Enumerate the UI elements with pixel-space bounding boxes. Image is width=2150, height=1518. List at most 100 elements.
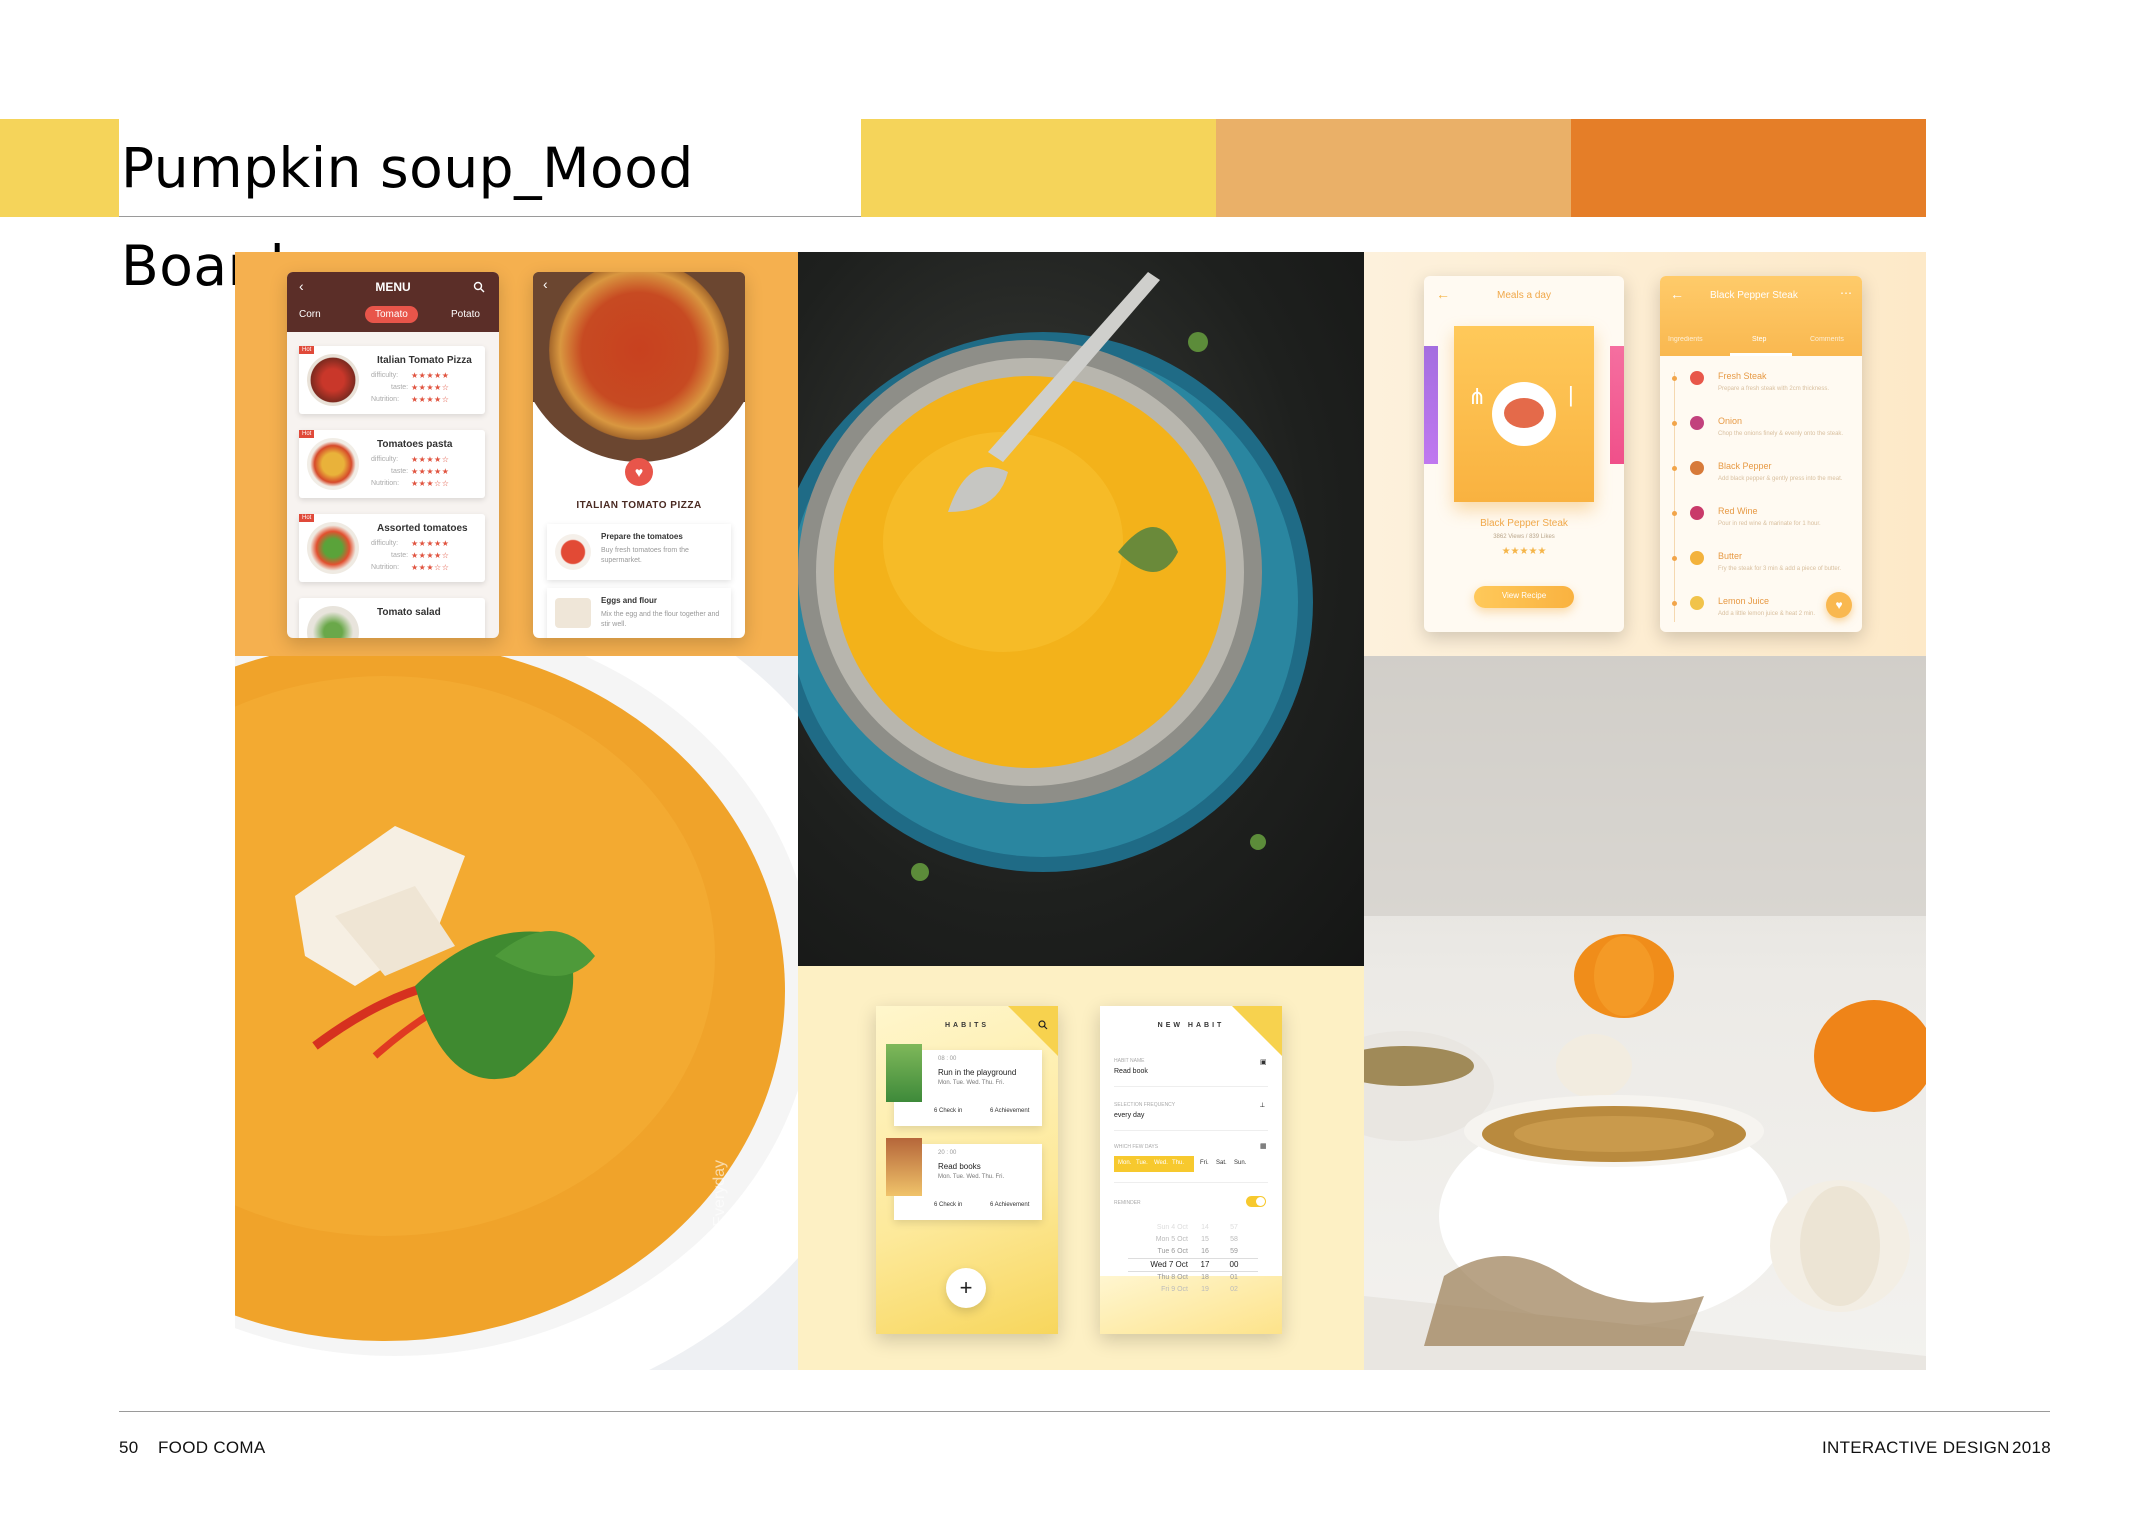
dish-image [307, 438, 359, 490]
picker-row[interactable]: Tue 6 Oct 16 59 [1128, 1246, 1258, 1258]
steak-icon [1504, 398, 1544, 428]
picker-minute: 57 [1230, 1224, 1238, 1231]
step-title: Red Wine [1718, 506, 1758, 516]
book-icon: ▣ [1260, 1059, 1267, 1066]
dish-name: Italian Tomato Pizza [377, 355, 472, 366]
footer-divider [119, 1411, 2050, 1412]
step-row[interactable]: Red Wine Pour in red wine & marinate for … [1672, 505, 1854, 549]
habit-image [886, 1138, 922, 1196]
day-chip[interactable]: Wed. [1154, 1160, 1168, 1166]
pizza-app-screen: ‹ ♥ ITALIAN TOMATO PIZZA Prepare the tom… [533, 272, 745, 638]
picker-date: Thu 8 Oct [1157, 1274, 1188, 1281]
step-card[interactable]: Prepare the tomatoes Buy fresh tomatoes … [547, 524, 731, 580]
new-habit-corner-accent [1232, 1006, 1282, 1056]
photo-pumpkin-soup [1364, 656, 1926, 1370]
field-divider [1114, 1130, 1268, 1131]
dish-card[interactable]: ⋔ | [1454, 326, 1594, 502]
back-arrow-icon[interactable]: ← [1670, 286, 1684, 302]
view-recipe-button[interactable]: View Recipe [1474, 586, 1574, 608]
tab-step[interactable]: Step [1752, 336, 1766, 343]
picker-minute: 58 [1230, 1236, 1238, 1243]
reminder-toggle[interactable] [1246, 1196, 1266, 1207]
field-label: SELECTION FREQUENCY [1114, 1102, 1176, 1108]
tab-ingredients[interactable]: Ingredients [1668, 336, 1703, 343]
habits-title: HABITS [944, 1022, 990, 1029]
search-icon[interactable] [1038, 1020, 1048, 1030]
step-row[interactable]: Onion Chop the onions finely & evenly ont… [1672, 415, 1854, 459]
picker-hour: 18 [1201, 1274, 1209, 1281]
taste-label: taste: [391, 384, 409, 391]
dish-rating: ★★★★★ [1501, 546, 1547, 557]
header-divider [119, 216, 861, 217]
menu-item[interactable]: Hot Italian Tomato Pizza difficulty: ★★★… [299, 346, 485, 414]
more-icon[interactable]: ⋯ [1840, 286, 1852, 300]
dish-name: Tomatoes pasta [377, 439, 453, 450]
pink-card-edge [1610, 346, 1624, 464]
picker-row[interactable]: Sun 4 Oct 14 57 [1128, 1222, 1258, 1234]
tile-steak-apps: ← Meals a day ⋔ | Black Pepper Steak 386… [1364, 252, 1926, 656]
dish-name: Tomato salad [377, 607, 441, 618]
active-tab-indicator [1730, 353, 1792, 356]
habit-card[interactable]: 08 : 00 Run in the playground Mon. Tue. … [886, 1044, 1042, 1126]
new-habit-title: NEW HABIT [1157, 1022, 1225, 1029]
taste-stars: ★★★★☆ [411, 551, 450, 560]
menu-item[interactable]: Hot Tomatoes pasta difficulty: ★★★★☆ tas… [299, 430, 485, 498]
tab-tomato[interactable]: Tomato [365, 306, 418, 323]
like-button[interactable]: ♥ [1826, 592, 1852, 618]
timeline-dot [1672, 466, 1677, 471]
day-chip[interactable]: Fri. [1200, 1160, 1209, 1166]
menu-app-screen: ‹ MENU Corn Tomato Potato Hot Italian To… [287, 272, 499, 638]
picker-date: Mon 5 Oct [1155, 1236, 1188, 1243]
dish-name: Assorted tomatoes [377, 523, 468, 534]
tab-corn[interactable]: Corn [299, 309, 321, 320]
field-divider [1114, 1086, 1268, 1087]
day-chip[interactable]: Sat. [1216, 1160, 1227, 1166]
difficulty-stars: ★★★★★ [411, 371, 450, 380]
habits-corner-accent [1008, 1006, 1058, 1056]
pumpkin-soup-illustration [1364, 656, 1926, 1370]
datetime-picker[interactable]: Sun 4 Oct 14 57 Mon 5 Oct 15 58 Tue 6 Oct 16 5… [1128, 1222, 1258, 1308]
add-habit-button[interactable]: + [946, 1268, 986, 1308]
difficulty-label: difficulty: [371, 540, 399, 547]
taste-label: taste: [391, 468, 409, 475]
day-chip[interactable]: Mon. [1118, 1160, 1131, 1166]
picker-date: Wed 7 Oct [1150, 1260, 1188, 1269]
palette-swatch-2 [1216, 119, 1571, 217]
habit-name-value[interactable]: Read book [1114, 1068, 1148, 1075]
day-chip[interactable]: Thu. [1172, 1160, 1184, 1166]
picker-row[interactable]: Mon 5 Oct 15 58 [1128, 1234, 1258, 1246]
knife-icon: | [1568, 382, 1574, 407]
chevron-left-icon[interactable]: ‹ [543, 276, 548, 292]
menu-item[interactable]: Hot Assorted tomatoes difficulty: ★★★★★ … [299, 514, 485, 582]
step-row[interactable]: Fresh Steak Prepare a fresh steak with 2c… [1672, 370, 1854, 414]
steak-icon [1690, 371, 1704, 385]
step-row[interactable]: Black Pepper Add black pepper & gently pr… [1672, 460, 1854, 504]
day-chip[interactable]: Sun. [1234, 1160, 1246, 1166]
day-chip[interactable]: Tue. [1136, 1160, 1148, 1166]
tab-potato[interactable]: Potato [451, 309, 480, 320]
step-row[interactable]: Butter Fry the steak for 3 min & add a pi… [1672, 550, 1854, 594]
tab-comments[interactable]: Comments [1810, 336, 1844, 343]
menu-item[interactable]: Tomato salad [299, 598, 485, 638]
step-desc: Prepare a fresh steak with 2cm thickness… [1718, 386, 1830, 392]
picker-row-selected[interactable]: Wed 7 Oct 17 00 [1128, 1258, 1258, 1272]
step-card[interactable]: Eggs and flour Mix the egg and the flour… [547, 588, 731, 638]
timeline-dot [1672, 376, 1677, 381]
selected-days[interactable]: Mon. Tue. Wed. Thu. [1114, 1156, 1194, 1172]
frequency-value[interactable]: every day [1114, 1112, 1144, 1119]
picker-row[interactable]: Thu 8 Oct 18 01 [1128, 1272, 1258, 1284]
eggs-image [555, 598, 591, 628]
toggle-knob [1256, 1197, 1265, 1206]
picker-minute: 01 [1230, 1274, 1238, 1281]
picker-row[interactable]: Fri 9 Oct 19 02 [1128, 1284, 1258, 1296]
step-desc: Add black pepper & gently press into the… [1718, 476, 1843, 482]
picker-minute: 59 [1230, 1248, 1238, 1255]
wine-icon [1690, 506, 1704, 520]
habit-card[interactable]: 20 : 00 Read books Mon. Tue. Wed. Thu. F… [886, 1138, 1042, 1220]
taste-stars: ★★★★★ [411, 467, 450, 476]
favorite-button[interactable]: ♥ [625, 458, 653, 486]
step-title: Lemon Juice [1718, 596, 1770, 606]
soup-bowl-illustration [798, 272, 1313, 881]
search-icon[interactable] [473, 281, 485, 293]
difficulty-label: difficulty: [371, 456, 399, 463]
